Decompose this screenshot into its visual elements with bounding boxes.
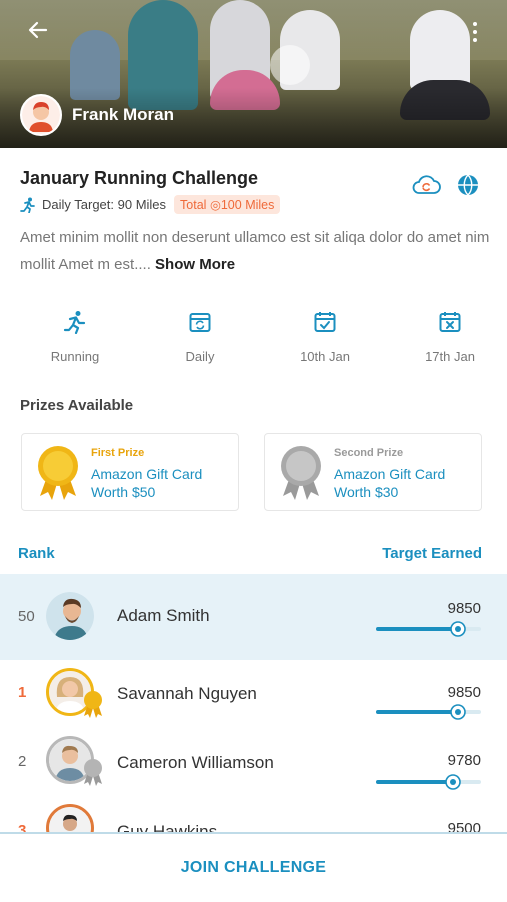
join-challenge-button[interactable]: JOIN CHALLENGE — [0, 834, 507, 902]
rank-column-header: Rank — [18, 545, 55, 562]
rank-number: 2 — [18, 753, 27, 770]
challenge-title: January Running Challenge — [20, 168, 259, 188]
prize-card-second[interactable]: Second Prize Amazon Gift Card Worth $30 — [264, 433, 482, 511]
avatar — [46, 592, 94, 640]
repeat-calendar-icon — [189, 313, 211, 332]
start-date-icon — [314, 312, 336, 332]
cloud-sync-icon[interactable] — [410, 172, 442, 198]
player-name: Cameron Williamson — [117, 753, 274, 772]
runner-icon — [20, 197, 35, 213]
progress-bar — [376, 774, 481, 790]
description-text: Amet minim mollit non deserunt ullamco e… — [20, 229, 490, 273]
challenge-owner[interactable]: Frank Moran — [20, 94, 174, 136]
leaderboard-row[interactable]: 2 Cameron Williamson 9780 — [0, 730, 507, 800]
show-more-link[interactable]: Show More — [155, 256, 235, 273]
gold-medal-icon — [84, 691, 102, 718]
silver-medal-icon — [84, 759, 102, 786]
prizes-heading: Prizes Available — [20, 397, 134, 414]
total-badge: Total ◎100 Miles — [174, 195, 281, 214]
footer-bar: JOIN CHALLENGE — [0, 832, 507, 902]
daily-target-text: Daily Target: 90 Miles — [42, 197, 167, 212]
challenge-description: Amet minim mollit non deserunt ullamco e… — [20, 224, 495, 278]
daily-target: Daily Target: 90 Miles Total ◎100 Miles — [20, 195, 281, 214]
player-score: 9850 — [447, 600, 481, 617]
leaderboard-row-current-user[interactable]: 50 Adam Smith 9850 — [0, 574, 507, 660]
player-score: 9850 — [447, 684, 481, 701]
meta-label: Daily — [185, 349, 215, 364]
progress-bar — [376, 704, 481, 720]
prize-name: Amazon Gift Card Worth $30 — [334, 466, 446, 500]
globe-icon[interactable] — [456, 173, 480, 197]
target-icon — [444, 774, 461, 790]
meta-label: 10th Jan — [300, 349, 350, 364]
owner-name: Frank Moran — [72, 105, 175, 124]
meta-frequency: Daily — [150, 310, 250, 364]
target-icon: ◎ — [209, 198, 221, 212]
back-arrow-icon[interactable] — [24, 16, 52, 44]
rank-number: 50 — [18, 608, 35, 625]
player-score: 9780 — [447, 752, 481, 769]
target-icon — [450, 704, 466, 720]
total-value: 100 Miles — [220, 198, 275, 212]
prize-label: First Prize — [91, 447, 145, 459]
silver-medal-icon — [281, 446, 321, 500]
progress-bar — [376, 621, 481, 637]
rank-number: 1 — [18, 684, 27, 701]
meta-activity: Running — [25, 310, 125, 364]
progress-fill — [376, 710, 458, 714]
target-column-header: Target Earned — [382, 545, 482, 562]
more-options-icon[interactable] — [467, 18, 483, 46]
leaderboard-row[interactable]: 1 Savannah Nguyen 9850 — [0, 660, 507, 730]
total-label: Total — [180, 198, 207, 212]
player-name: Savannah Nguyen — [117, 684, 257, 703]
end-date-icon — [439, 312, 461, 332]
progress-fill — [376, 627, 458, 631]
meta-start-date: 10th Jan — [275, 310, 375, 364]
meta-label: Running — [50, 349, 100, 364]
meta-end-date: 17th Jan — [400, 310, 500, 364]
prize-name: Amazon Gift Card Worth $50 — [91, 466, 203, 500]
prize-card-first[interactable]: First Prize Amazon Gift Card Worth $50 — [21, 433, 239, 511]
gold-medal-icon — [38, 446, 78, 500]
prize-label: Second Prize — [334, 447, 404, 459]
progress-fill — [376, 780, 453, 784]
player-name: Adam Smith — [117, 606, 210, 625]
runner-icon — [63, 311, 86, 335]
owner-avatar — [20, 94, 62, 136]
target-icon — [450, 621, 466, 637]
meta-label: 17th Jan — [425, 349, 475, 364]
